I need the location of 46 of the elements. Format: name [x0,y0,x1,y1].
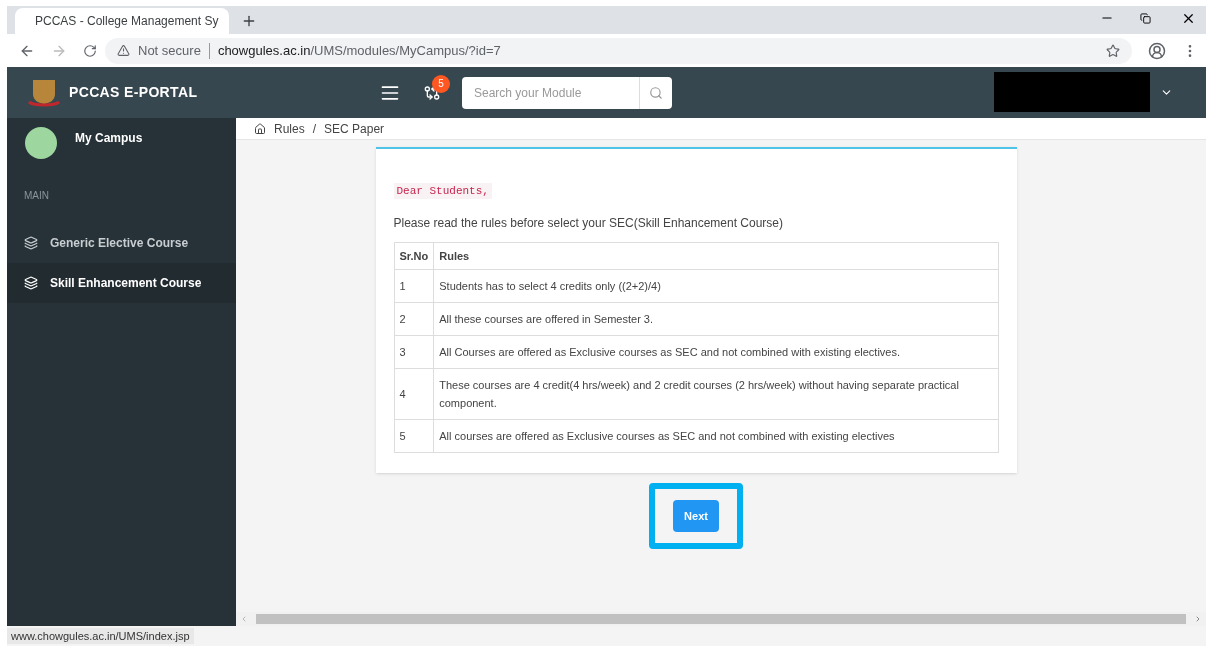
scrollbar-thumb[interactable] [256,614,1186,624]
search-icon [649,85,663,100]
close-window-icon[interactable] [1181,11,1196,26]
table-cell: All these courses are offered in Semester 3. [433,302,998,336]
scroll-right-icon[interactable] [1194,615,1202,623]
restore-icon[interactable] [1140,13,1151,24]
greeting-text: Dear Students, [393,183,492,199]
table-cell: 2 [394,302,434,336]
reload-icon[interactable] [83,43,97,58]
home-icon[interactable] [254,122,266,135]
breadcrumb-separator: / [312,120,317,138]
status-url: www.chowgules.ac.in/UMS/index.jsp [7,627,194,645]
layers-icon [24,236,38,250]
table-cell: 5 [394,419,434,453]
profile-icon[interactable] [1148,41,1166,60]
table-cell: Students has to select 4 credits only ((2+2)/4) [433,269,998,303]
section-label: MAIN [23,189,50,203]
table-cell: All courses are offered as Exclusive courses as SEC and not combined with existing electives [433,419,998,453]
table-cell: 1 [394,269,434,303]
url-field[interactable]: Not secure chowgules.ac.in/UMS/modules/MyCampus/?id=7 [105,37,1132,64]
bookmark-star-icon[interactable] [1106,43,1120,58]
search-field[interactable]: Search your Module [462,76,639,109]
breadcrumb-link[interactable]: SEC Paper [324,119,385,138]
user-name: My Campus [75,130,143,147]
column-header: Rules [433,242,998,270]
crest-logo-icon [27,77,61,108]
breadcrumb-link[interactable]: Rules [274,119,305,138]
sidebar-item[interactable]: Generic Elective Course [7,223,236,263]
brand-name: PCCAS E-PORTAL [69,83,198,102]
intro-text: Please read the rules before select your SEC(Skill Enhancement Course) [393,215,785,232]
url-text: chowgules.ac.in/UMS/modules/MyCampus/?id=7 [217,41,501,60]
tab-title: PCCAS - College Management Sy [35,13,219,30]
table-cell: 4 [394,368,434,420]
sidebar-item[interactable]: Skill Enhancement Course [7,263,236,303]
new-tab-icon[interactable] [241,13,257,29]
not-secure-label: Not secure [138,41,201,60]
column-header: Sr.No [394,242,434,270]
table-cell: 3 [394,335,434,369]
search-button[interactable] [639,76,672,109]
notification-badge: 5 [432,74,450,93]
warning-icon [117,44,130,57]
table-cell: All Courses are offered as Exclusive courses as SEC and not combined with existing electives. [433,335,998,369]
browser-tab[interactable]: PCCAS - College Management Sy [15,8,229,34]
table-cell: These courses are 4 credit(4 hrs/week) and 2 credit courses (2 hrs/week) without having separate practical component. [433,368,998,420]
avatar [25,127,57,159]
layers-icon [24,276,38,290]
